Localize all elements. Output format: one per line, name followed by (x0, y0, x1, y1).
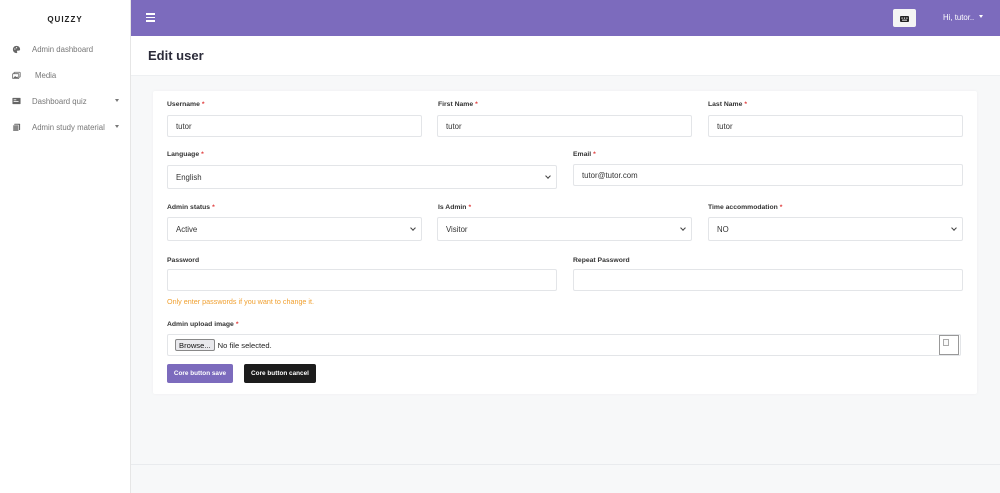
language-toggle-button[interactable] (893, 9, 916, 27)
chevron-down-icon (951, 225, 957, 231)
required-marker: * (593, 151, 596, 158)
images-icon (12, 71, 21, 80)
sidebar: QUIZZY Admin dashboard Media Dashboard q… (0, 0, 131, 493)
time-accommodation-label: Time accommodation * (708, 204, 783, 211)
sidebar-item-admin-dashboard[interactable]: Admin dashboard (0, 36, 130, 62)
username-label: Username * (167, 101, 205, 108)
upload-image-input[interactable]: Browse... No file selected. (167, 334, 961, 356)
is-admin-select[interactable]: Visitor (437, 217, 692, 241)
sidebar-item-media[interactable]: Media (0, 62, 130, 88)
browse-button[interactable]: Browse... (175, 339, 215, 351)
sidebar-item-label: Dashboard quiz (32, 96, 87, 106)
topbar: Hi, tutor.. (131, 0, 1000, 36)
admin-status-select[interactable]: Active (167, 217, 422, 241)
image-preview (939, 335, 959, 355)
admin-status-label: Admin status * (167, 204, 215, 211)
sidebar-item-dashboard-quiz[interactable]: Dashboard quiz (0, 88, 130, 114)
password-help-text: Only enter passwords if you want to chan… (167, 297, 315, 306)
sidebar-item-label: Admin dashboard (32, 44, 94, 54)
password-input[interactable] (167, 269, 557, 291)
sidebar-item-label: Media (35, 70, 57, 80)
edit-user-form: Username * tutor First Name * tutor Last N… (153, 91, 977, 394)
username-input[interactable]: tutor (167, 115, 422, 137)
upload-image-label: Admin upload image * (167, 321, 239, 328)
first-name-input[interactable]: tutor (437, 115, 692, 137)
palette-icon (12, 45, 21, 54)
broken-image-icon (943, 339, 949, 346)
required-marker: * (744, 101, 748, 108)
required-marker: * (201, 101, 205, 108)
user-menu-dropdown[interactable]: Hi, tutor.. (943, 13, 984, 22)
last-name-label: Last Name * (708, 101, 748, 108)
required-marker: * (468, 204, 472, 211)
sidebar-item-admin-study-material[interactable]: Admin study material (0, 114, 130, 140)
chevron-down-icon (115, 99, 119, 102)
chevron-down-icon (410, 225, 416, 231)
required-marker: * (235, 321, 239, 328)
time-accommodation-select[interactable]: NO (708, 217, 963, 241)
hamburger-icon[interactable] (146, 13, 155, 22)
user-greeting: Hi, tutor.. (943, 13, 975, 22)
chevron-down-icon (680, 225, 686, 231)
chevron-down-icon (545, 173, 551, 179)
card-icon (12, 97, 21, 106)
sidebar-nav: Admin dashboard Media Dashboard quiz Adm… (0, 36, 130, 140)
language-select[interactable]: English (167, 165, 557, 189)
last-name-input[interactable]: tutor (708, 115, 963, 137)
keyboard-icon (900, 9, 909, 27)
password-label: Password (167, 257, 200, 264)
email-label: Email * (573, 151, 596, 158)
brand-logo[interactable]: QUIZZY (0, 0, 130, 36)
chevron-down-icon (115, 125, 119, 128)
required-marker: * (475, 101, 478, 108)
footer-divider (131, 464, 1000, 465)
page-header: Edit user (131, 36, 1000, 76)
repeat-password-label: Repeat Password (573, 257, 630, 264)
page-title: Edit user (148, 48, 204, 63)
is-admin-label: Is Admin * (438, 204, 472, 211)
repeat-password-input[interactable] (573, 269, 963, 291)
required-marker: * (201, 151, 204, 158)
sidebar-item-label: Admin study material (32, 122, 105, 132)
cancel-button[interactable]: Core button cancel (244, 364, 316, 383)
language-label: Language * (167, 151, 204, 158)
required-marker: * (212, 204, 215, 211)
chevron-down-icon (979, 15, 984, 18)
required-marker: * (779, 204, 783, 211)
book-icon (12, 123, 21, 132)
first-name-label: First Name * (438, 101, 478, 108)
file-status: No file selected. (217, 340, 272, 350)
email-input[interactable]: tutor@tutor.com (573, 164, 963, 186)
save-button[interactable]: Core button save (167, 364, 233, 383)
